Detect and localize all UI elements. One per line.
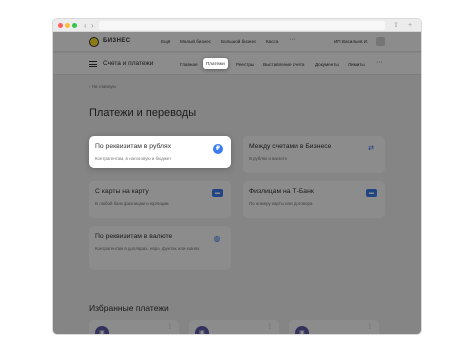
close-window-button[interactable] <box>58 23 63 28</box>
page: БИЗНЕС Ещё Малый бизнес Большой бизнес К… <box>53 32 421 334</box>
tab-payments[interactable]: Платежи <box>203 58 228 69</box>
address-bar[interactable] <box>99 21 385 30</box>
card-subtitle: Контрагентам, в налоговую и бюджет <box>95 156 172 161</box>
forward-arrow-icon[interactable]: › <box>91 20 94 31</box>
maximize-window-button[interactable] <box>72 23 77 28</box>
share-icon[interactable]: ⇧ <box>393 20 399 31</box>
browser-window: ‹ › ⇧ + БИЗНЕС Ещё Малый бизнес Большой … <box>53 19 421 334</box>
minimize-window-button[interactable] <box>65 23 70 28</box>
new-tab-icon[interactable]: + <box>408 20 412 31</box>
ruble-icon: ₽ <box>213 144 223 154</box>
card-title: По реквизитам в рублях <box>95 143 172 150</box>
dim-overlay <box>53 32 421 334</box>
card-rub-transfer[interactable]: По реквизитам в рублях Контрагентам, в н… <box>89 136 231 168</box>
browser-toolbar: ‹ › ⇧ + <box>53 19 421 32</box>
back-arrow-icon[interactable]: ‹ <box>84 20 87 31</box>
